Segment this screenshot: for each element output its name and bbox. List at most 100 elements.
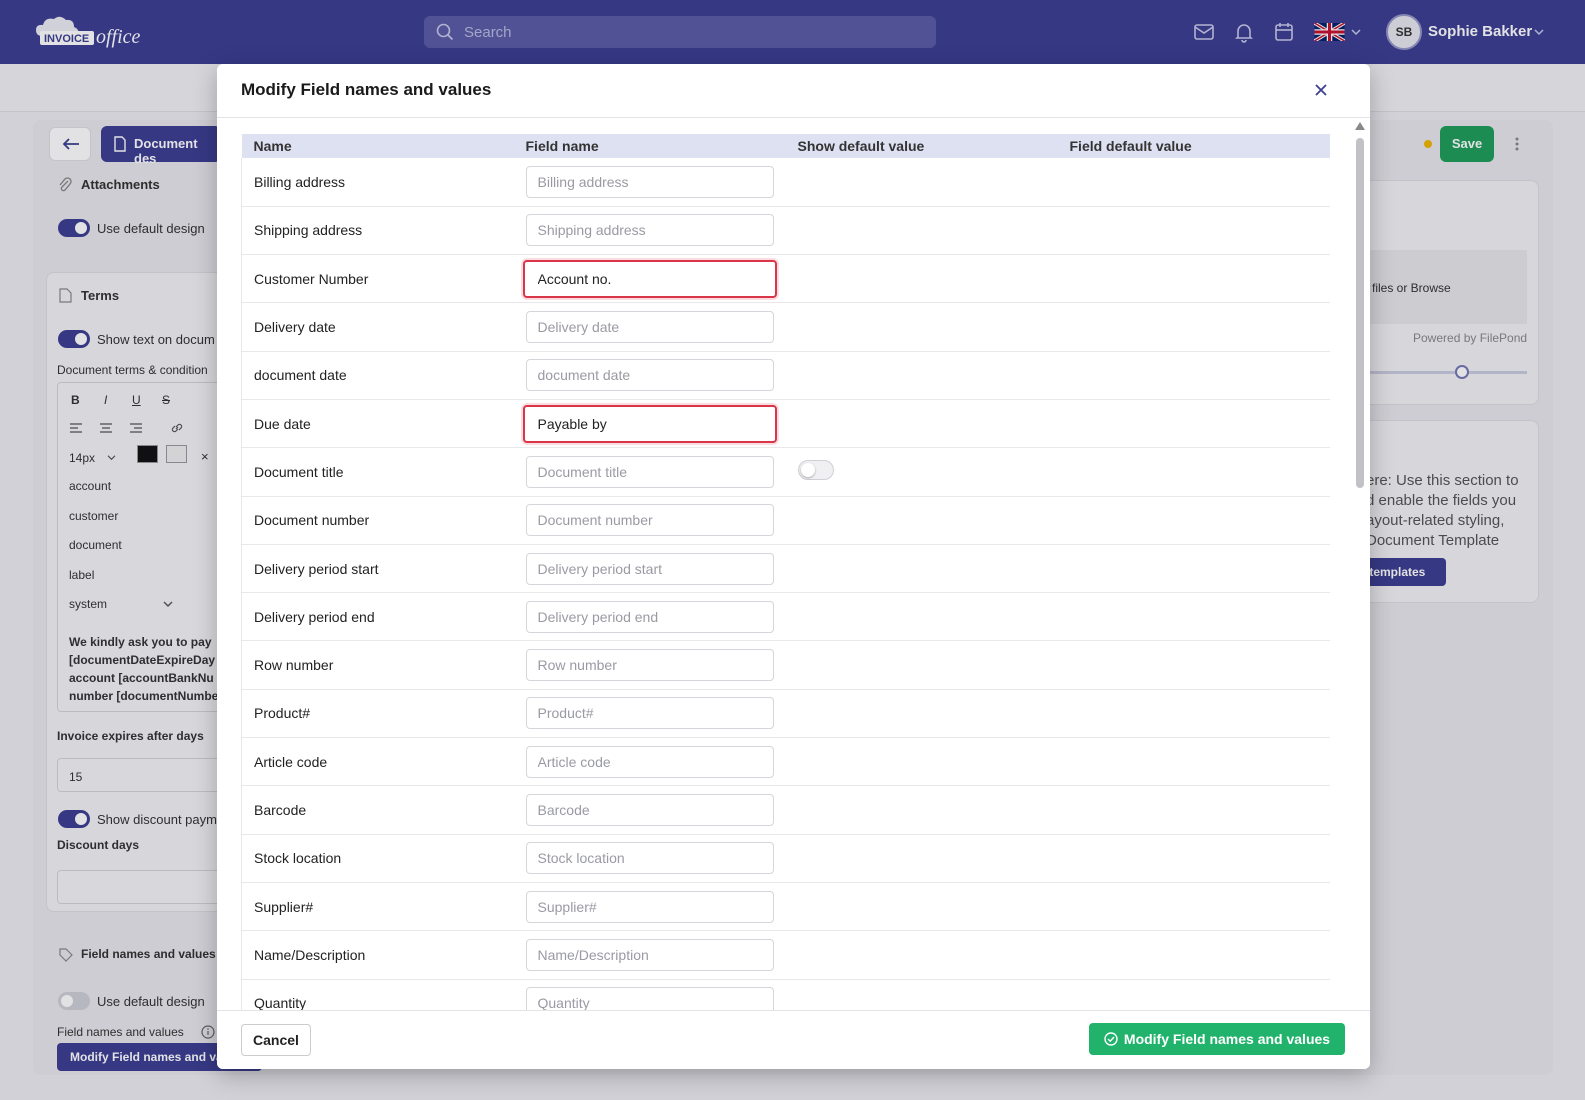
field-default-cell [1057, 930, 1330, 980]
field-default-cell [1057, 592, 1330, 642]
field-default-cell [1057, 834, 1330, 883]
column-header-name: Name [253, 138, 292, 154]
show-default-cell [785, 689, 1058, 739]
field-name-input[interactable] [525, 214, 774, 247]
table-row: Name/Description [241, 930, 1330, 980]
field-label: Product# [241, 689, 514, 739]
field-default-cell [1057, 496, 1330, 545]
field-name-input[interactable] [525, 938, 774, 971]
show-default-cell [785, 496, 1058, 545]
show-default-cell [785, 302, 1058, 352]
field-label: Shipping address [241, 206, 514, 256]
field-names-table: Name Field name Show default value Field… [241, 134, 1330, 1028]
table-row: Customer Number [241, 254, 1330, 304]
field-default-cell [1057, 254, 1330, 304]
table-row: Barcode [241, 785, 1330, 835]
field-default-cell [1057, 544, 1330, 594]
field-default-cell [1057, 689, 1330, 739]
field-label: Billing address [241, 158, 514, 207]
modify-field-names-modal: Modify Field names and values Name Field… [217, 64, 1370, 1069]
show-default-cell [785, 447, 1058, 497]
field-name-input[interactable] [522, 259, 777, 298]
field-name-input[interactable] [525, 890, 774, 923]
field-name-input[interactable] [525, 504, 774, 537]
close-icon[interactable] [1309, 78, 1333, 102]
field-default-cell [1057, 158, 1330, 207]
field-name-input[interactable] [525, 165, 774, 198]
field-name-input[interactable] [525, 359, 774, 392]
field-name-cell [513, 592, 786, 642]
field-name-cell [513, 882, 786, 932]
table-row: Delivery date [241, 302, 1330, 352]
field-name-input[interactable] [525, 745, 774, 778]
show-default-cell [785, 640, 1058, 690]
show-default-cell [785, 785, 1058, 835]
field-name-cell [513, 302, 786, 352]
field-name-cell [513, 206, 786, 256]
modal-header: Modify Field names and values [217, 64, 1370, 118]
column-header-show-default: Show default value [797, 138, 925, 154]
table-row: Document title [241, 447, 1330, 497]
show-default-cell [785, 737, 1058, 787]
show-default-cell [785, 544, 1058, 594]
modal-scrollbar[interactable] [1353, 120, 1367, 1064]
table-row: Supplier# [241, 882, 1330, 932]
field-default-cell [1057, 447, 1330, 497]
show-default-cell [785, 882, 1058, 932]
column-header-field-name: Field name [525, 138, 599, 154]
field-label: Article code [241, 737, 514, 787]
field-label: Delivery date [241, 302, 514, 352]
field-default-cell [1057, 399, 1330, 449]
field-name-cell [513, 399, 786, 449]
field-label: Due date [241, 399, 514, 449]
table-row: Delivery period start [241, 544, 1330, 594]
field-name-cell [513, 689, 786, 739]
field-name-cell [513, 930, 786, 980]
field-name-input[interactable] [522, 404, 777, 443]
table-header-row: Name Field name Show default value Field… [241, 134, 1330, 158]
field-name-input[interactable] [525, 697, 774, 730]
cancel-button[interactable]: Cancel [241, 1024, 311, 1056]
table-row: Row number [241, 640, 1330, 690]
show-default-cell [785, 254, 1058, 304]
check-circle-icon [1104, 1032, 1118, 1046]
table-row: Article code [241, 737, 1330, 787]
field-default-cell [1057, 302, 1330, 352]
field-label: Document number [241, 496, 514, 545]
field-label: Delivery period end [241, 592, 514, 642]
field-name-input[interactable] [525, 600, 774, 633]
field-label: Document title [241, 447, 514, 497]
field-name-cell [513, 254, 786, 304]
field-label: Delivery period start [241, 544, 514, 594]
column-header-field-default: Field default value [1069, 138, 1192, 154]
modal-body: Name Field name Show default value Field… [241, 134, 1330, 1076]
modify-field-names-button[interactable]: Modify Field names and values [1089, 1023, 1345, 1055]
field-default-cell [1057, 785, 1330, 835]
table-row: Delivery period end [241, 592, 1330, 642]
table-row: Product# [241, 689, 1330, 739]
show-default-cell [785, 351, 1058, 400]
field-name-cell [513, 158, 786, 207]
show-default-cell [785, 834, 1058, 883]
field-name-input[interactable] [525, 552, 774, 585]
field-name-input[interactable] [525, 842, 774, 875]
show-default-toggle[interactable] [797, 460, 834, 481]
field-name-cell [513, 447, 786, 497]
field-label: Supplier# [241, 882, 514, 932]
table-row: Billing address [241, 158, 1330, 207]
show-default-cell [785, 158, 1058, 207]
field-label: Row number [241, 640, 514, 690]
field-name-input[interactable] [525, 455, 774, 488]
show-default-cell [785, 399, 1058, 449]
field-name-input[interactable] [525, 311, 774, 344]
scroll-up-arrow-icon[interactable] [1355, 122, 1365, 130]
field-name-input[interactable] [525, 794, 774, 826]
table-row: Stock location [241, 834, 1330, 883]
scroll-thumb[interactable] [1356, 138, 1364, 488]
field-name-cell [513, 544, 786, 594]
show-default-cell [785, 930, 1058, 980]
field-default-cell [1057, 351, 1330, 400]
show-default-cell [785, 592, 1058, 642]
table-row: document date [241, 351, 1330, 400]
field-name-input[interactable] [525, 649, 774, 682]
